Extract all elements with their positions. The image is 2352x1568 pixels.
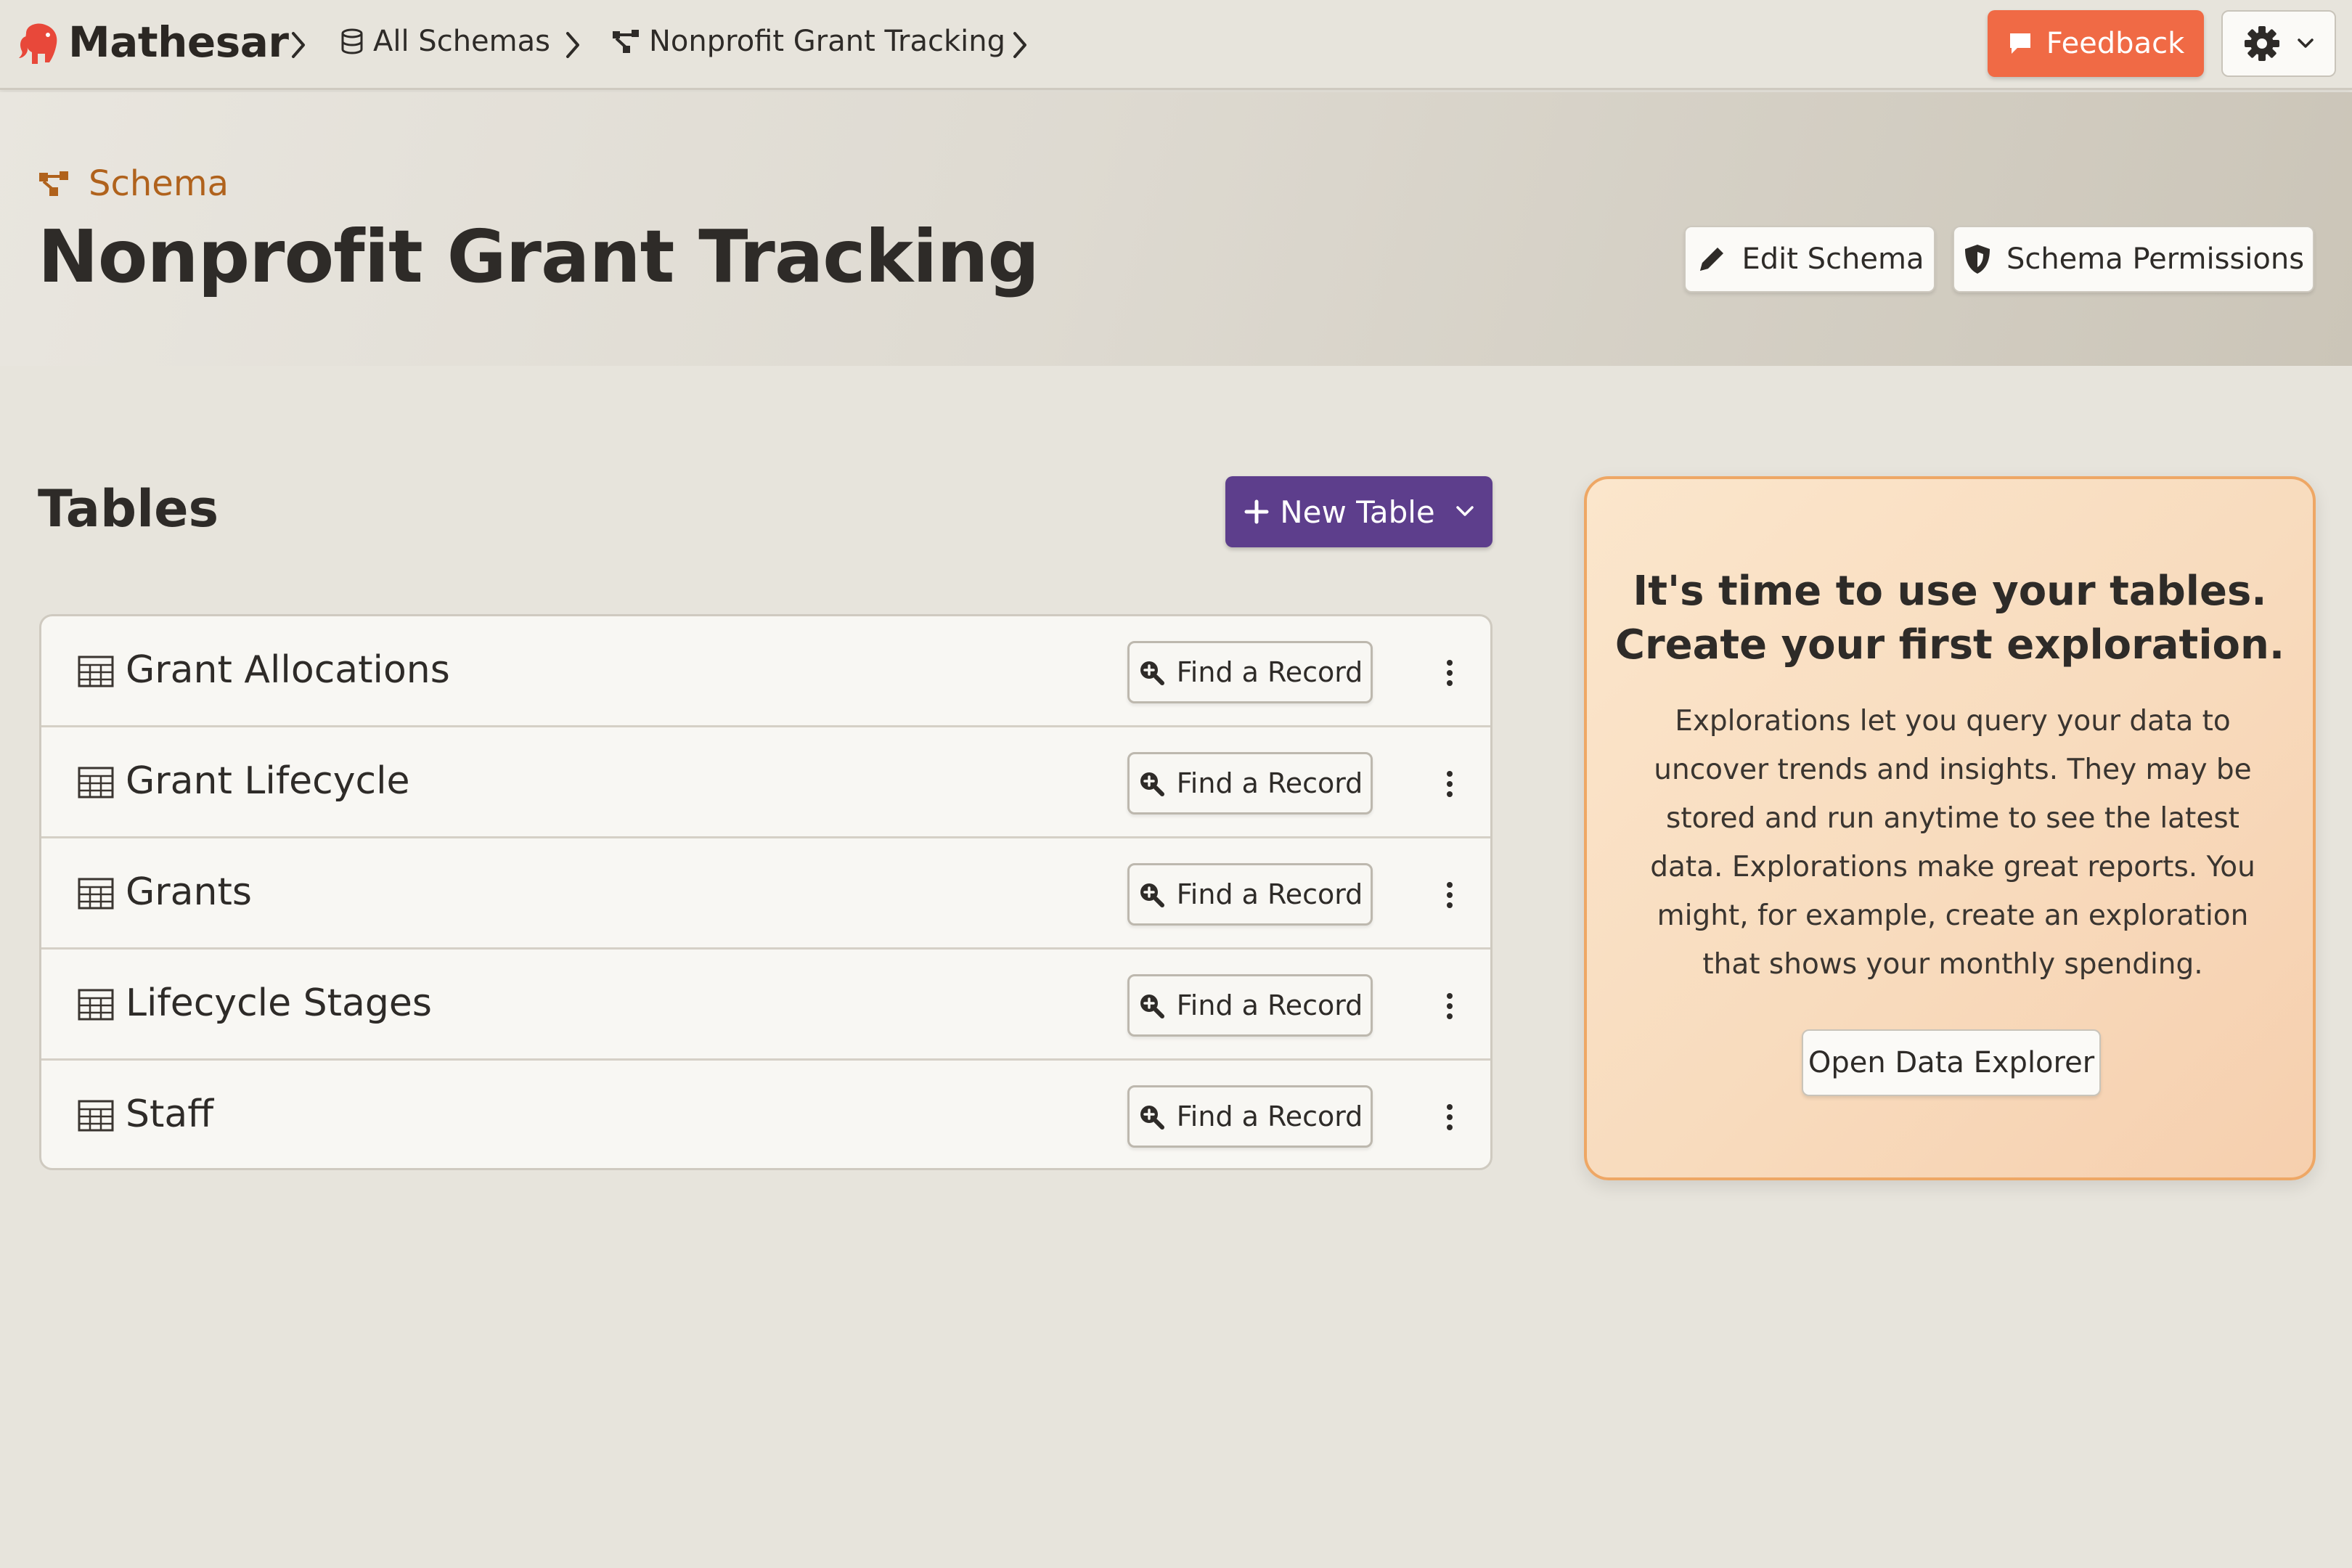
top-bar: Mathesar All Schemas Nonprofit Grant Tra…	[0, 0, 2352, 90]
new-table-button[interactable]: New Table	[1225, 476, 1493, 547]
chevron-down-icon	[1456, 506, 1474, 516]
table-name[interactable]: Staff	[126, 1093, 213, 1136]
exploration-title-line: Create your first exploration.	[1614, 621, 2285, 669]
new-table-label: New Table	[1280, 494, 1435, 530]
search-plus-icon	[1140, 1106, 1164, 1130]
search-plus-icon	[1140, 883, 1164, 907]
shield-icon	[1964, 245, 1990, 274]
find-a-record-button[interactable]: Find a Record	[1127, 863, 1373, 926]
table-name[interactable]: Grants	[126, 870, 252, 914]
find-a-record-label: Find a Record	[1176, 878, 1363, 910]
more-options-icon[interactable]	[1435, 767, 1464, 801]
table-row[interactable]: Lifecycle Stages Find a Record	[41, 950, 1490, 1061]
gear-icon	[2245, 26, 2279, 61]
breadcrumb-all-schemas[interactable]: All Schemas	[340, 25, 550, 58]
breadcrumb-schema[interactable]: Nonprofit Grant Tracking	[611, 25, 1005, 58]
plus-icon	[1244, 499, 1269, 524]
more-options-icon[interactable]	[1435, 989, 1464, 1024]
feedback-button[interactable]: Feedback	[1988, 10, 2204, 77]
find-a-record-label: Find a Record	[1176, 656, 1363, 688]
open-data-explorer-button[interactable]: Open Data Explorer	[1802, 1029, 2101, 1096]
search-plus-icon	[1140, 995, 1164, 1018]
find-a-record-button[interactable]: Find a Record	[1127, 974, 1373, 1037]
feedback-label: Feedback	[2046, 27, 2185, 60]
table-row[interactable]: Grant Allocations Find a Record	[41, 616, 1490, 727]
search-plus-icon	[1140, 772, 1164, 796]
table-name[interactable]: Grant Lifecycle	[126, 759, 410, 803]
pencil-icon	[1699, 248, 1723, 271]
find-a-record-label: Find a Record	[1176, 767, 1363, 799]
find-a-record-label: Find a Record	[1176, 989, 1363, 1021]
schema-kicker: Schema	[38, 163, 229, 204]
table-icon	[78, 767, 114, 799]
table-row[interactable]: Grant Lifecycle Find a Record	[41, 727, 1490, 838]
exploration-title-line: It's time to use your tables.	[1633, 568, 2267, 615]
schema-icon	[39, 171, 68, 196]
chevron-right-icon[interactable]	[1010, 29, 1029, 61]
chevron-right-icon	[292, 32, 305, 58]
exploration-card-body: Explorations let you query your data to …	[1650, 705, 2255, 981]
database-icon	[341, 28, 363, 54]
table-icon	[78, 1100, 114, 1132]
table-name[interactable]: Lifecycle Stages	[126, 981, 432, 1025]
table-name[interactable]: Grant Allocations	[126, 648, 450, 692]
table-row[interactable]: Grants Find a Record	[41, 838, 1490, 950]
exploration-card-title: It's time to use your tables. Create you…	[1587, 565, 2313, 672]
more-options-icon[interactable]	[1435, 878, 1464, 912]
table-icon	[78, 656, 114, 687]
more-options-icon[interactable]	[1435, 1100, 1464, 1135]
chevron-down-icon	[2298, 38, 2314, 48]
edit-schema-button[interactable]: Edit Schema	[1684, 226, 1935, 293]
schema-permissions-button[interactable]: Schema Permissions	[1953, 226, 2314, 293]
schema-kicker-label: Schema	[89, 163, 229, 204]
exploration-prompt-card: It's time to use your tables. Create you…	[1584, 476, 2316, 1180]
mathesar-logo-icon[interactable]	[16, 20, 61, 68]
table-icon	[78, 878, 114, 910]
settings-menu-button[interactable]	[2221, 10, 2336, 77]
brand-name[interactable]: Mathesar	[68, 17, 289, 67]
more-options-icon[interactable]	[1435, 656, 1464, 690]
tables-heading: Tables	[38, 479, 219, 539]
find-a-record-button[interactable]: Find a Record	[1127, 1085, 1373, 1148]
find-a-record-button[interactable]: Find a Record	[1127, 752, 1373, 814]
schema-header: Schema Nonprofit Grant Tracking Edit Sch…	[0, 92, 2352, 366]
message-icon	[2009, 33, 2030, 54]
search-plus-icon	[1140, 661, 1164, 685]
schema-icon	[613, 30, 639, 53]
table-row[interactable]: Staff Find a Record	[41, 1061, 1490, 1168]
find-a-record-button[interactable]: Find a Record	[1127, 641, 1373, 703]
table-icon	[78, 989, 114, 1021]
schema-permissions-label: Schema Permissions	[2006, 242, 2305, 276]
page-title: Nonprofit Grant Tracking	[38, 214, 1040, 299]
chevron-right-icon	[566, 32, 579, 58]
breadcrumb-label: Nonprofit Grant Tracking	[649, 25, 1005, 58]
breadcrumb-label: All Schemas	[373, 25, 550, 58]
edit-schema-label: Edit Schema	[1741, 242, 1924, 276]
table-list: Grant Allocations Find a Record Grant Life…	[39, 614, 1493, 1170]
find-a-record-label: Find a Record	[1176, 1101, 1363, 1132]
